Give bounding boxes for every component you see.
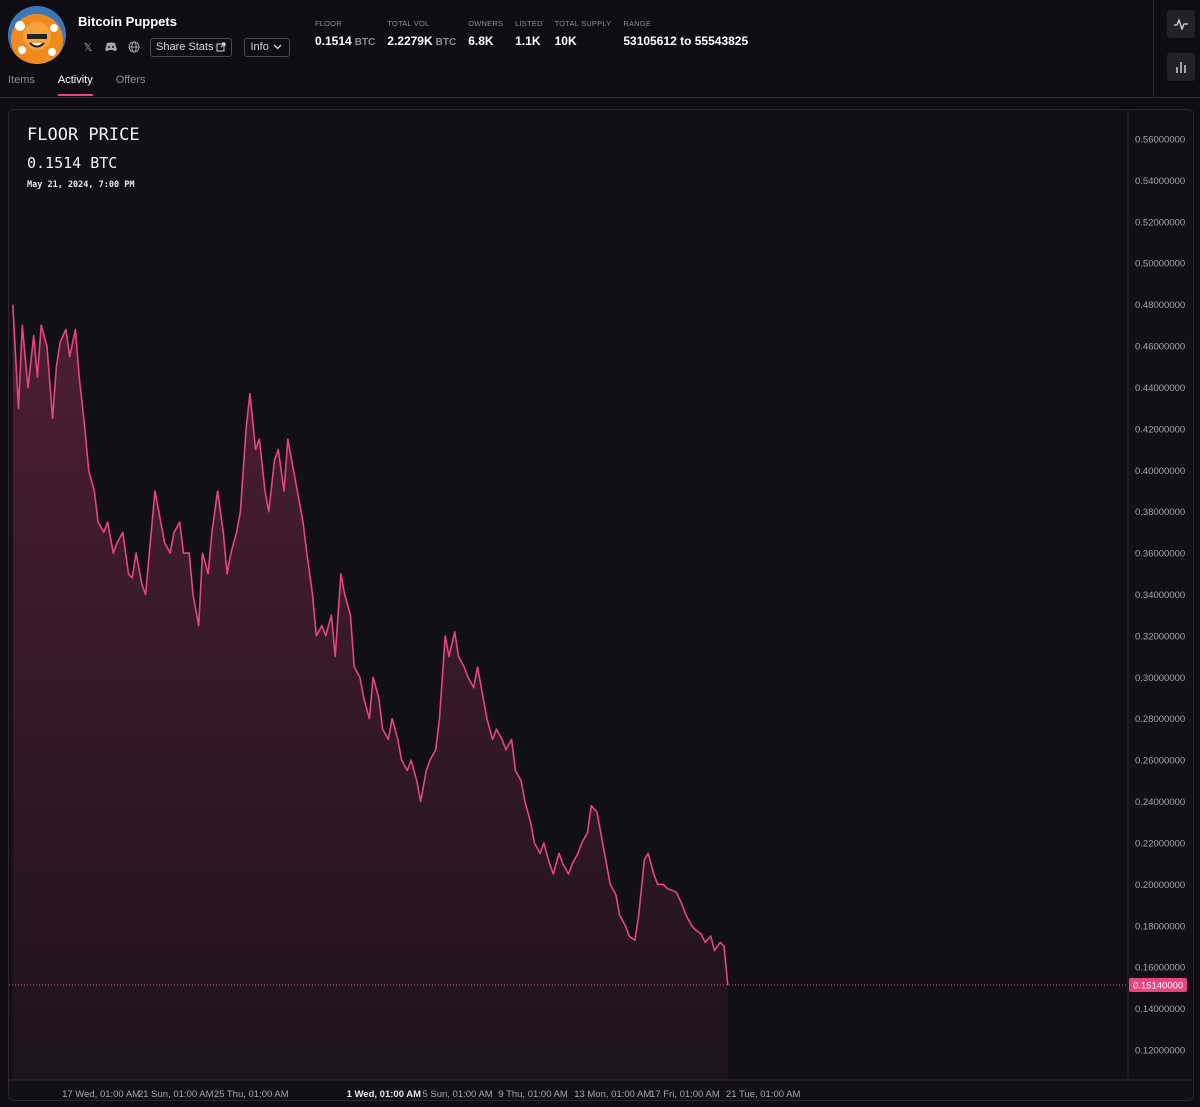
y-tick-label: 0.32000000 xyxy=(1135,631,1185,642)
stat-value: 1.1K xyxy=(515,34,541,48)
tab-activity[interactable]: Activity xyxy=(57,74,93,96)
tab-items[interactable]: Items xyxy=(8,74,35,96)
collection-avatar[interactable] xyxy=(8,6,66,64)
y-tick-label: 0.20000000 xyxy=(1135,880,1185,891)
y-tick-label: 0.48000000 xyxy=(1135,300,1185,311)
y-tick-label: 0.52000000 xyxy=(1135,217,1185,228)
share-stats-button[interactable]: Share Stats xyxy=(150,37,233,57)
y-tick-label: 0.46000000 xyxy=(1135,342,1185,353)
bar-chart-icon xyxy=(1175,61,1187,73)
y-tick-label: 0.44000000 xyxy=(1135,383,1185,394)
external-link-icon xyxy=(216,42,226,52)
collection-stats: FLOOR 0.1514 BTC TOTAL VOL 2.2279K BTC OWN… xyxy=(315,19,760,48)
stat-total-vol: TOTAL VOL 2.2279K BTC xyxy=(387,19,456,48)
floor-price-chart[interactable]: 0.56000000 0.54000000 0.52000000 0.50000000… xyxy=(9,110,1194,1101)
y-tick-label: 0.28000000 xyxy=(1135,714,1185,725)
tab-bar: Items Activity Offers xyxy=(8,74,169,96)
y-tick-label: 0.56000000 xyxy=(1135,135,1185,146)
y-tick-label: 0.12000000 xyxy=(1135,1046,1185,1057)
x-tick-label: 13 Mon, 01:00 AM xyxy=(574,1089,651,1100)
line-chart-icon xyxy=(1174,18,1188,30)
price-area-fill xyxy=(12,304,728,1081)
stat-label: TOTAL SUPPLY xyxy=(554,19,612,28)
info-label: Info xyxy=(250,41,269,53)
x-tick-label: 17 Fri, 01:00 AM xyxy=(650,1089,720,1100)
tab-offers[interactable]: Offers xyxy=(116,74,146,96)
stat-range: RANGE 53105612 to 55543825 xyxy=(623,19,748,48)
stat-label: TOTAL VOL xyxy=(387,19,430,28)
collection-header: Bitcoin Puppets 𝕏 Share Stats Info FLOOR… xyxy=(0,0,1153,98)
share-stats-label: Share Stats xyxy=(156,41,214,53)
x-tick-label: 1 Wed, 01:00 AM xyxy=(347,1089,422,1100)
stat-floor: FLOOR 0.1514 BTC xyxy=(315,19,375,48)
stat-owners: OWNERS 6.8K xyxy=(468,19,503,48)
stat-value: 2.2279K xyxy=(387,34,433,48)
stat-unit: BTC xyxy=(435,37,457,48)
chevron-down-icon xyxy=(273,44,282,50)
y-tick-label: 0.18000000 xyxy=(1135,921,1185,932)
current-price-label: 0.15140000 xyxy=(1133,980,1183,991)
y-tick-label: 0.42000000 xyxy=(1135,424,1185,435)
stat-value: 10K xyxy=(554,34,577,48)
stat-label: LISTED xyxy=(515,19,543,28)
x-icon[interactable]: 𝕏 xyxy=(78,37,98,57)
x-tick-label: 17 Wed, 01:00 AM xyxy=(62,1089,140,1100)
y-tick-label: 0.34000000 xyxy=(1135,590,1185,601)
y-tick-label: 0.26000000 xyxy=(1135,756,1185,767)
view-toggle-bar xyxy=(1153,0,1200,98)
y-tick-label: 0.16000000 xyxy=(1135,963,1185,974)
x-tick-label: 9 Thu, 01:00 AM xyxy=(498,1089,568,1100)
y-tick-label: 0.36000000 xyxy=(1135,549,1185,560)
line-chart-view-button[interactable] xyxy=(1167,10,1195,38)
x-tick-label: 5 Sun, 01:00 AM xyxy=(422,1089,492,1100)
discord-icon[interactable] xyxy=(101,37,121,57)
globe-icon[interactable] xyxy=(124,37,144,57)
stat-listed: LISTED 1.1K xyxy=(515,19,542,48)
y-tick-label: 0.24000000 xyxy=(1135,797,1185,808)
y-tick-label: 0.38000000 xyxy=(1135,507,1185,518)
social-links: 𝕏 Share Stats Info xyxy=(78,37,291,57)
bar-chart-view-button[interactable] xyxy=(1167,53,1195,81)
y-tick-label: 0.14000000 xyxy=(1135,1004,1185,1015)
stat-value: 0.1514 xyxy=(315,34,352,48)
stat-label: OWNERS xyxy=(468,19,504,28)
stat-value: 53105612 to 55543825 xyxy=(623,34,749,48)
y-tick-label: 0.50000000 xyxy=(1135,259,1185,270)
y-tick-label: 0.22000000 xyxy=(1135,838,1185,849)
x-tick-label: 21 Tue, 01:00 AM xyxy=(726,1089,801,1100)
stat-unit: BTC xyxy=(354,37,376,48)
stat-total-supply: TOTAL SUPPLY 10K xyxy=(555,19,612,48)
floor-price-chart-panel: FLOOR PRICE 0.1514 BTC May 21, 2024, 7:0… xyxy=(8,109,1194,1101)
x-tick-label: 25 Thu, 01:00 AM xyxy=(214,1089,289,1100)
x-tick-label: 21 Sun, 01:00 AM xyxy=(138,1089,214,1100)
info-dropdown[interactable]: Info xyxy=(244,37,291,57)
y-tick-label: 0.30000000 xyxy=(1135,673,1185,684)
stat-label: FLOOR xyxy=(315,19,342,28)
collection-name: Bitcoin Puppets xyxy=(78,14,177,29)
stat-label: RANGE xyxy=(623,19,652,28)
stat-value: 6.8K xyxy=(468,34,494,48)
y-tick-label: 0.40000000 xyxy=(1135,466,1185,477)
y-tick-label: 0.54000000 xyxy=(1135,176,1185,187)
